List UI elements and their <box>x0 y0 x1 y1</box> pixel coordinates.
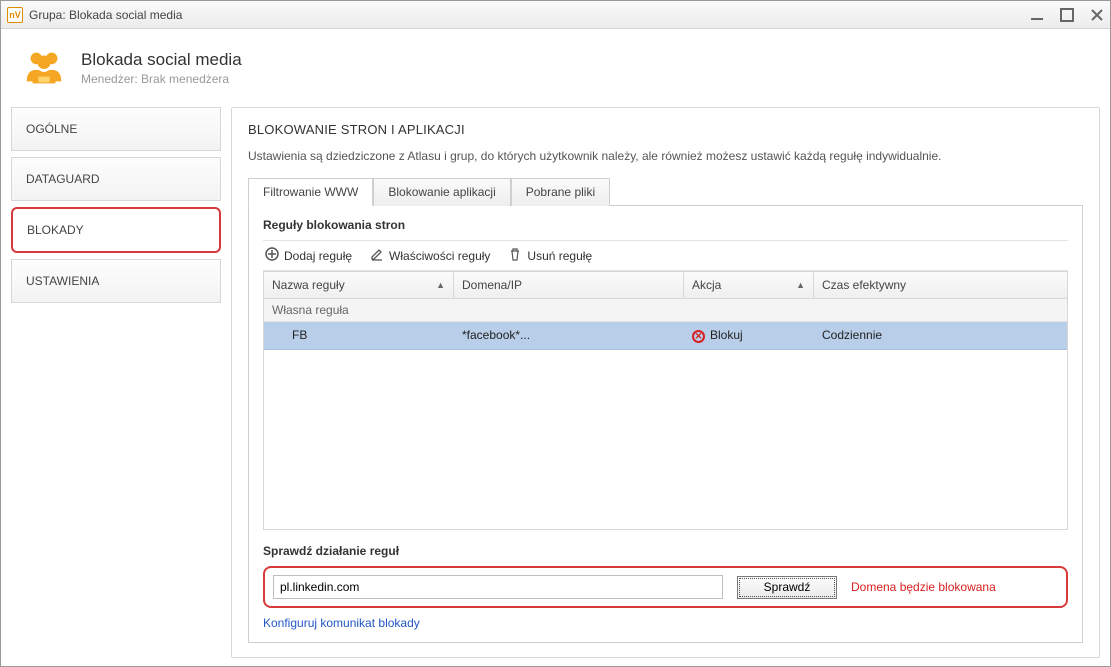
group-icon <box>21 45 67 91</box>
main-title: BLOKOWANIE STRON I APLIKACJI <box>248 122 1083 137</box>
maximize-button[interactable] <box>1060 8 1074 22</box>
page-header: Blokada social media Menedżer: Brak mene… <box>11 39 1100 107</box>
col-header-domain-label: Domena/IP <box>462 278 522 292</box>
col-header-action-label: Akcja <box>692 278 721 292</box>
check-section-title: Sprawdź działanie reguł <box>263 544 1068 558</box>
cell-action: ✕ Blokuj <box>684 322 814 349</box>
tab-www-filter[interactable]: Filtrowanie WWW <box>248 178 373 206</box>
plus-icon <box>265 247 279 264</box>
block-icon: ✕ <box>692 330 705 343</box>
col-header-name[interactable]: Nazwa reguły ▲ <box>264 272 454 298</box>
col-header-time[interactable]: Czas efektywny <box>814 272 1067 298</box>
col-header-domain[interactable]: Domena/IP <box>454 272 684 298</box>
sidebar-item-blocks[interactable]: BLOKADY <box>11 207 221 253</box>
close-button[interactable] <box>1090 8 1104 22</box>
cell-domain: *facebook*... <box>454 322 684 349</box>
domain-check-input[interactable] <box>273 575 723 599</box>
cell-name: FB <box>264 322 454 349</box>
window-title: Grupa: Blokada social media <box>29 8 1030 22</box>
add-rule-button[interactable]: Dodaj regułę <box>265 247 352 264</box>
configure-block-message-link[interactable]: Konfiguruj komunikat blokady <box>263 616 420 630</box>
trash-icon <box>508 247 522 264</box>
rules-grid: Nazwa reguły ▲ Domena/IP Akcja ▲ Czas efek… <box>263 271 1068 530</box>
titlebar: nV Grupa: Blokada social media <box>1 1 1110 29</box>
delete-rule-button[interactable]: Usuń regułę <box>508 247 592 264</box>
cell-action-label: Blokuj <box>710 328 743 342</box>
body: OGÓLNE DATAGUARD BLOKADY USTAWIENIA BLOK… <box>11 107 1100 658</box>
app-window: nV Grupa: Blokada social media <box>0 0 1111 667</box>
rule-properties-button[interactable]: Właściwości reguły <box>370 247 490 264</box>
sidebar: OGÓLNE DATAGUARD BLOKADY USTAWIENIA <box>11 107 221 658</box>
col-header-name-label: Nazwa reguły <box>272 278 345 292</box>
sort-asc-icon: ▲ <box>796 280 805 290</box>
sidebar-item-general[interactable]: OGÓLNE <box>11 107 221 151</box>
delete-rule-label: Usuń regułę <box>527 249 592 263</box>
sidebar-item-dataguard[interactable]: DATAGUARD <box>11 157 221 201</box>
window-controls <box>1030 8 1104 22</box>
check-result: Domena będzie blokowana <box>851 580 996 594</box>
rules-toolbar: Dodaj regułę Właściwości reguły <box>263 240 1068 271</box>
table-row[interactable]: FB *facebook*... ✕ Blokuj Codziennie <box>264 322 1067 350</box>
tab-strip: Filtrowanie WWW Blokowanie aplikacji Pob… <box>248 177 1083 206</box>
grid-group-label: Własna reguła <box>264 299 1067 322</box>
tab-app-block[interactable]: Blokowanie aplikacji <box>373 178 510 206</box>
check-section: Sprawdź działanie reguł Sprawdź Domena b… <box>263 544 1068 630</box>
manager-value: Brak menedżera <box>141 72 229 86</box>
pencil-icon <box>370 247 384 264</box>
rule-properties-label: Właściwości reguły <box>389 249 490 263</box>
main-subtitle: Ustawienia są dziedziczone z Atlasu i gr… <box>248 149 1083 163</box>
sort-asc-icon: ▲ <box>436 280 445 290</box>
check-row: Sprawdź Domena będzie blokowana <box>263 566 1068 608</box>
minimize-button[interactable] <box>1030 8 1044 22</box>
col-header-time-label: Czas efektywny <box>822 278 906 292</box>
page-title: Blokada social media <box>81 50 242 70</box>
tab-panel: Reguły blokowania stron Dodaj regułę <box>248 206 1083 643</box>
col-header-action[interactable]: Akcja ▲ <box>684 272 814 298</box>
manager-line: Menedżer: Brak menedżera <box>81 72 242 86</box>
grid-header: Nazwa reguły ▲ Domena/IP Akcja ▲ Czas efek… <box>264 272 1067 299</box>
cell-time: Codziennie <box>814 322 1067 349</box>
add-rule-label: Dodaj regułę <box>284 249 352 263</box>
manager-label: Menedżer: <box>81 72 138 86</box>
rules-section-title: Reguły blokowania stron <box>263 218 1068 232</box>
check-button[interactable]: Sprawdź <box>737 576 837 599</box>
sidebar-item-settings[interactable]: USTAWIENIA <box>11 259 221 303</box>
tab-downloads[interactable]: Pobrane pliki <box>511 178 610 206</box>
app-icon: nV <box>7 7 23 23</box>
main-panel: BLOKOWANIE STRON I APLIKACJI Ustawienia … <box>231 107 1100 658</box>
content-area: Blokada social media Menedżer: Brak mene… <box>1 29 1110 666</box>
